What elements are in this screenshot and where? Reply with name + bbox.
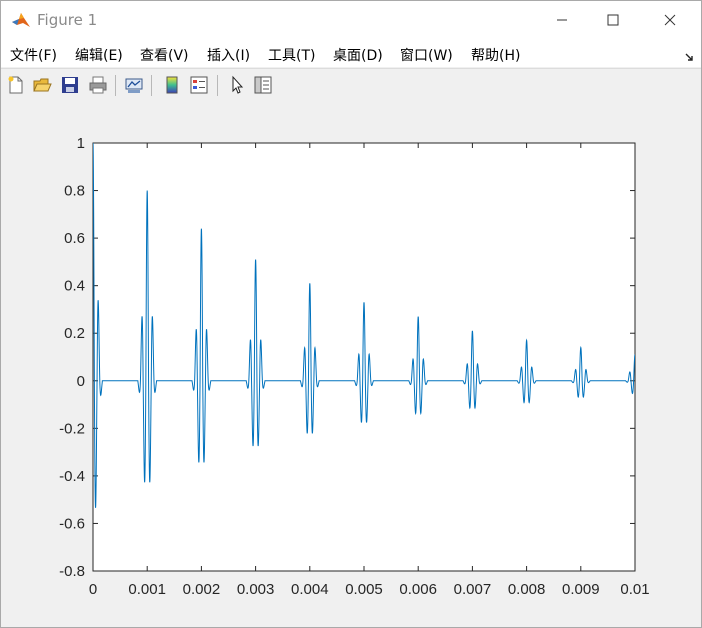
x-tick-label: 0.006 [399, 581, 437, 598]
menu-file[interactable]: 文件(F) [10, 45, 57, 65]
menu-tools[interactable]: 工具(T) [268, 45, 315, 65]
y-tick-label: 0.8 [64, 183, 85, 200]
toolbar-separator [115, 75, 116, 96]
figure-window: Figure 1 文件(F) 编辑(E) 查看(V) 插入(I) 工具(T) 桌… [0, 0, 702, 628]
x-tick-label: 0.001 [128, 581, 166, 598]
new-file-icon [8, 76, 23, 94]
matlab-icon [11, 10, 31, 30]
minimize-button[interactable] [539, 1, 585, 39]
legend-icon [190, 76, 208, 94]
menu-edit[interactable]: 编辑(E) [75, 45, 123, 65]
close-icon [664, 14, 676, 26]
maximize-button[interactable] [590, 1, 636, 39]
insert-legend-button[interactable] [188, 74, 210, 96]
property-inspector-button[interactable] [252, 74, 274, 96]
menu-bar: 文件(F) 编辑(E) 查看(V) 插入(I) 工具(T) 桌面(D) 窗口(W… [1, 39, 701, 67]
maximize-icon [607, 14, 619, 26]
axes-box[interactable] [92, 142, 636, 572]
figure-canvas[interactable]: 0 0.001 0.002 0.003 0.004 0.005 0.006 0.007 0.00… [1, 102, 701, 627]
toolbar-separator [151, 75, 152, 96]
menu-window[interactable]: 窗口(W) [400, 45, 453, 65]
x-tick-label: 0 [89, 581, 97, 598]
new-figure-button[interactable] [5, 74, 27, 96]
colorbar-icon [166, 76, 178, 94]
edit-plot-button[interactable] [226, 74, 248, 96]
x-tick-label: 0.004 [291, 581, 329, 598]
print-icon [89, 76, 107, 94]
y-tick-label: 0.4 [64, 278, 85, 295]
toolbar [1, 68, 701, 103]
y-tick-label: -0.6 [59, 515, 85, 532]
menu-desktop[interactable]: 桌面(D) [333, 45, 383, 65]
y-tick-label: 0.6 [64, 230, 85, 247]
menu-help[interactable]: 帮助(H) [471, 45, 520, 65]
y-tick-label: -0.2 [59, 420, 85, 437]
x-tick-label: 0.005 [345, 581, 383, 598]
insert-colorbar-button[interactable] [161, 74, 183, 96]
x-tick-label: 0.002 [183, 581, 221, 598]
x-tick-label: 0.007 [454, 581, 492, 598]
dock-arrow-icon[interactable] [685, 47, 695, 66]
toolbar-separator [217, 75, 218, 96]
y-tick-label: 0 [77, 373, 85, 390]
title-bar[interactable]: Figure 1 [1, 1, 701, 39]
close-button[interactable] [647, 1, 693, 39]
open-folder-icon [33, 78, 52, 92]
save-button[interactable] [59, 74, 81, 96]
axes-plot[interactable]: 0 0.001 0.002 0.003 0.004 0.005 0.006 0.007 0.00… [1, 102, 701, 627]
y-tick-label: 1 [77, 135, 85, 152]
link-plot-button[interactable] [123, 74, 145, 96]
x-tick-label: 0.003 [237, 581, 275, 598]
y-tick-label: 0.2 [64, 325, 85, 342]
x-tick-label: 0.008 [508, 581, 546, 598]
link-plot-icon [125, 78, 143, 93]
menu-view[interactable]: 查看(V) [140, 45, 189, 65]
open-file-button[interactable] [31, 74, 53, 96]
y-tick-label: -0.8 [59, 563, 85, 580]
property-inspector-icon [254, 76, 272, 94]
x-tick-label: 0.01 [620, 581, 649, 598]
window-title: Figure 1 [37, 11, 98, 29]
print-button[interactable] [87, 74, 109, 96]
pointer-icon [232, 75, 244, 94]
menu-insert[interactable]: 插入(I) [207, 45, 250, 65]
y-tick-label: -0.4 [59, 468, 85, 485]
x-tick-label: 0.009 [562, 581, 600, 598]
save-icon [62, 77, 78, 93]
minimize-icon [557, 19, 567, 21]
